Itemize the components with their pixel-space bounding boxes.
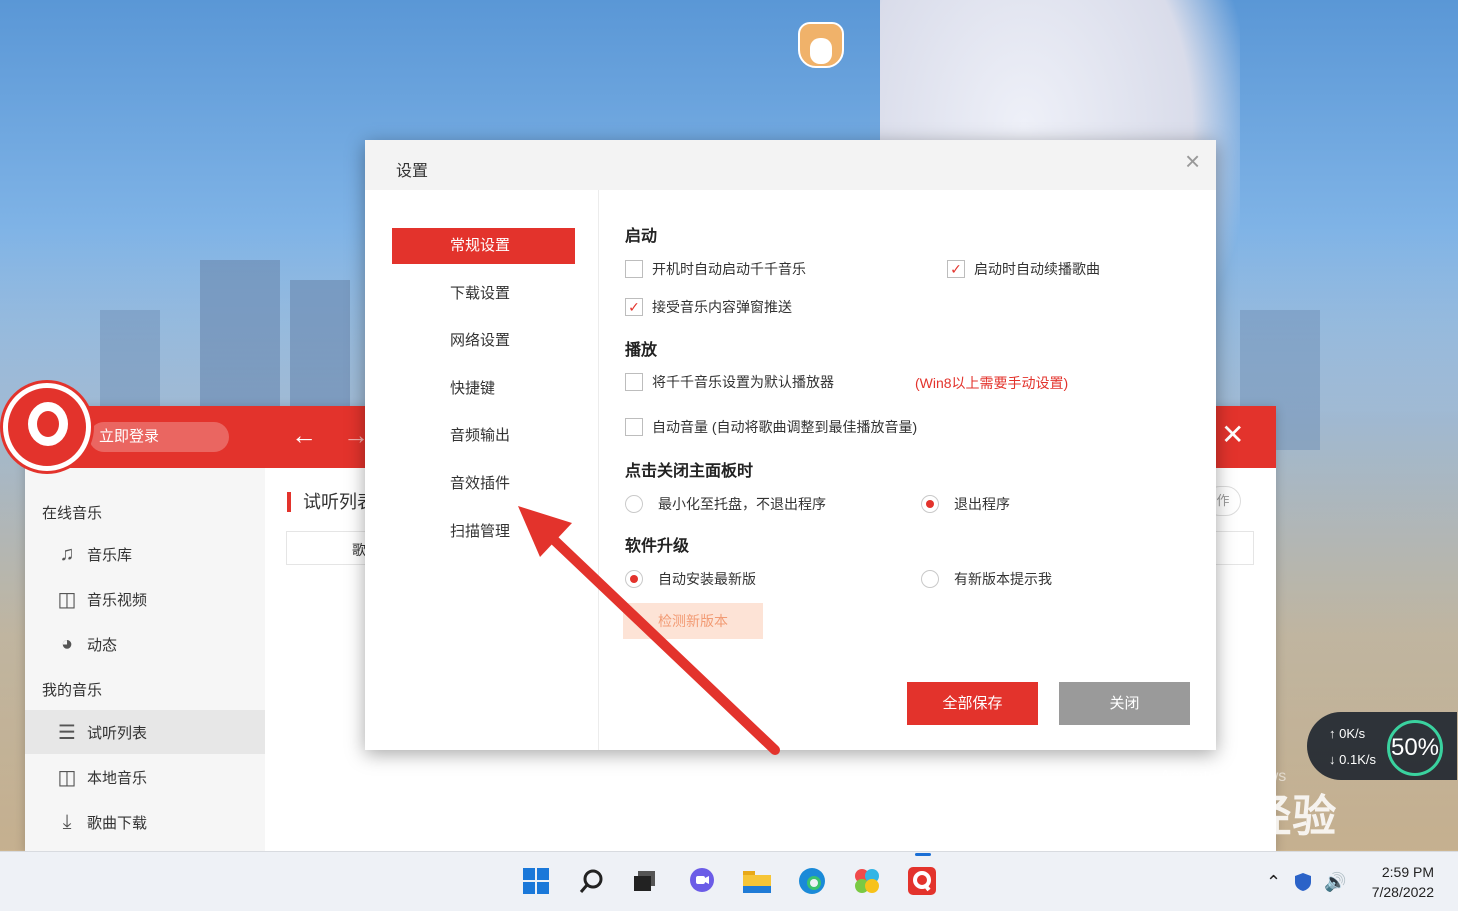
column-header-song[interactable]: 歌 <box>352 540 366 560</box>
checkbox-box[interactable] <box>625 260 643 278</box>
sidebar-item-music-library[interactable]: ♫ 音乐库 <box>55 534 265 574</box>
download-icon: ⤓ <box>62 810 72 833</box>
option-label: 启动时自动续播歌曲 <box>974 261 1100 277</box>
sidebar-item-downloads[interactable]: ⤓ 歌曲下载 <box>55 802 265 842</box>
sidebar-item-label: 试听列表 <box>87 724 148 742</box>
default-player-checkbox[interactable]: 将千千音乐设置为默认播放器 <box>625 372 834 392</box>
app-sidebar: 在线音乐 ♫ 音乐库 ◫ 音乐视频 ◕ 动态 我的音乐 ☰ 试听列表 ◫ 本地音… <box>25 468 265 852</box>
check-icon[interactable]: ✓ <box>947 260 965 278</box>
sidebar-section-my-music: 我的音乐 <box>42 682 103 699</box>
auto-install-radio[interactable]: 自动安装最新版 <box>625 569 756 589</box>
section-startup: 启动 <box>625 228 658 245</box>
sidebar-item-label: 歌曲下载 <box>87 814 148 832</box>
sidebar-item-local-music[interactable]: ◫ 本地音乐 <box>55 757 265 797</box>
option-label: 退出程序 <box>954 496 1010 512</box>
sidebar-item-label: 音乐视频 <box>87 591 148 609</box>
download-speed: ↓ 0.1K/s <box>1329 752 1376 767</box>
option-label: 将千千音乐设置为默认播放器 <box>652 374 834 390</box>
settings-dialog: 设置 × 常规设置 下载设置 网络设置 快捷键 音频输出 音效插件 扫描管理 启… <box>365 140 1216 750</box>
autostart-checkbox[interactable]: 开机时自动启动千千音乐 <box>625 259 806 279</box>
settings-nav-hotkeys[interactable]: 快捷键 <box>392 371 575 407</box>
file-explorer-icon[interactable] <box>740 864 774 898</box>
arrow-left-icon[interactable]: ← <box>291 420 317 451</box>
sidebar-item-activity[interactable]: ◕ 动态 <box>55 624 265 664</box>
dialog-header: 设置 × <box>365 140 1216 190</box>
notify-radio[interactable]: 有新版本提示我 <box>921 569 1052 589</box>
search-icon[interactable] <box>575 864 609 898</box>
option-label: 最小化至托盘，不退出程序 <box>658 496 826 512</box>
upload-speed: ↑ 0K/s <box>1329 726 1366 741</box>
sidebar-item-playlist[interactable]: ☰ 试听列表 <box>25 710 265 754</box>
settings-nav-network[interactable]: 网络设置 <box>392 323 575 359</box>
check-update-button[interactable]: 检测新版本 <box>623 603 763 639</box>
playlist-icon: ☰ <box>58 721 76 744</box>
performance-widget[interactable]: ↑ 0K/s ↓ 0.1K/s 50% <box>1307 712 1457 780</box>
option-label: 自动音量 (自动将歌曲调整到最佳播放音量) <box>652 419 918 435</box>
option-label: 开机时自动启动千千音乐 <box>652 261 806 277</box>
security-shield-icon[interactable] <box>1294 872 1312 897</box>
sidebar-section-online: 在线音乐 <box>42 505 103 522</box>
edge-browser-icon[interactable] <box>795 864 829 898</box>
exit-radio[interactable]: 退出程序 <box>921 494 1010 514</box>
settings-nav-general[interactable]: 常规设置 <box>392 228 575 264</box>
login-button[interactable]: 立即登录 <box>89 422 229 452</box>
chevron-up-icon[interactable]: ⌃ <box>1266 872 1281 893</box>
resume-checkbox[interactable]: ✓ 启动时自动续播歌曲 <box>947 259 1100 279</box>
settings-nav-audio-plugins[interactable]: 音效插件 <box>392 466 575 502</box>
save-all-button[interactable]: 全部保存 <box>907 682 1038 725</box>
clock-time: 2:59 PM <box>1381 864 1434 880</box>
radio-button-selected[interactable] <box>625 570 643 588</box>
option-label: 有新版本提示我 <box>954 571 1052 587</box>
content-title: 试听列表 <box>287 492 375 512</box>
games-icon[interactable] <box>850 864 884 898</box>
upload-speed-value: 0K/s <box>1339 726 1366 741</box>
check-icon[interactable]: ✓ <box>625 298 643 316</box>
monitor-icon: ◫ <box>57 766 77 789</box>
win8-note: (Win8以上需要手动设置) <box>915 375 1069 391</box>
qianqian-logo-icon <box>3 383 91 471</box>
auto-volume-checkbox[interactable]: 自动音量 (自动将歌曲调整到最佳播放音量) <box>625 417 917 437</box>
settings-nav-scan[interactable]: 扫描管理 <box>392 514 575 550</box>
download-speed-value: 0.1K/s <box>1339 752 1376 767</box>
close-icon[interactable]: ✕ <box>1221 420 1244 450</box>
sidebar-item-music-video[interactable]: ◫ 音乐视频 <box>55 579 265 619</box>
radio-button[interactable] <box>625 495 643 513</box>
sidebar-item-label: 本地音乐 <box>87 769 148 787</box>
option-label: 接受音乐内容弹窗推送 <box>652 299 792 315</box>
checkbox-box[interactable] <box>625 373 643 391</box>
sidebar-item-label: 音乐库 <box>87 546 133 564</box>
music-note-icon: ♫ <box>59 542 75 565</box>
radio-button-selected[interactable] <box>921 495 939 513</box>
close-icon[interactable]: × <box>1185 146 1200 177</box>
memory-percent: 50% <box>1387 720 1443 776</box>
cat-charm-icon <box>798 22 844 68</box>
section-close-panel: 点击关闭主面板时 <box>625 463 754 480</box>
baidu-jingyan-logo: Baidu经验 <box>1120 792 1338 841</box>
settings-nav-download[interactable]: 下载设置 <box>392 276 575 312</box>
monitor-icon: ◫ <box>57 588 77 611</box>
task-view-icon[interactable] <box>628 864 662 898</box>
windows-start-icon[interactable] <box>519 864 553 898</box>
qianqian-music-icon[interactable] <box>905 864 939 898</box>
section-playback: 播放 <box>625 342 658 359</box>
dialog-title: 设置 <box>396 163 429 180</box>
minimize-radio[interactable]: 最小化至托盘，不退出程序 <box>625 494 826 514</box>
close-button[interactable]: 关闭 <box>1059 682 1190 725</box>
settings-nav: 常规设置 下载设置 网络设置 快捷键 音频输出 音效插件 扫描管理 <box>365 190 599 750</box>
taskbar: ⌃ 🔊 2:59 PM 7/28/2022 <box>0 851 1458 911</box>
sidebar-item-label: 动态 <box>87 636 118 654</box>
checkbox-box[interactable] <box>625 418 643 436</box>
radio-button[interactable] <box>921 570 939 588</box>
popup-checkbox[interactable]: ✓ 接受音乐内容弹窗推送 <box>625 297 792 317</box>
system-clock[interactable]: 2:59 PM 7/28/2022 <box>1364 862 1434 902</box>
chat-icon[interactable] <box>685 864 719 898</box>
clock-date: 7/28/2022 <box>1371 884 1434 900</box>
option-label: 自动安装最新版 <box>658 571 756 587</box>
active-app-indicator <box>915 853 931 856</box>
section-upgrade: 软件升级 <box>625 538 690 555</box>
activity-icon: ◕ <box>60 632 74 655</box>
settings-nav-audio-output[interactable]: 音频输出 <box>392 418 575 454</box>
speaker-icon[interactable]: 🔊 <box>1324 872 1346 893</box>
